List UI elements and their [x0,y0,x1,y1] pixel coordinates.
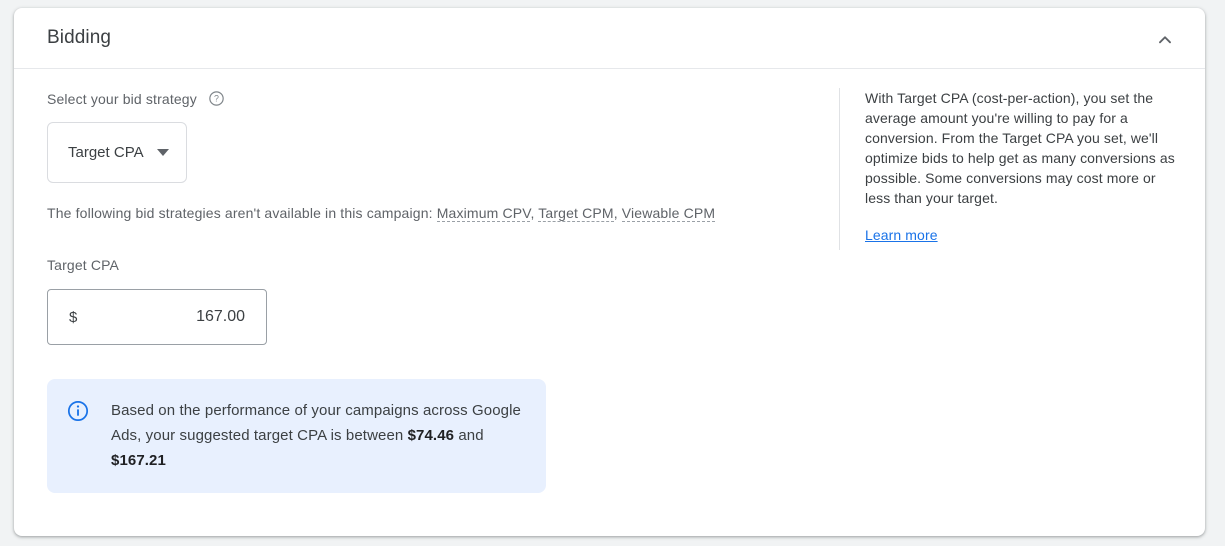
suggested-cpa-text: Based on the performance of your campaig… [111,398,526,473]
suggested-cpa-callout: Based on the performance of your campaig… [47,379,546,493]
bid-strategy-label: Select your bid strategy [47,90,197,107]
suggested-cpa-low: $74.46 [407,427,455,444]
help-panel-text: With Target CPA (cost-per-action), you s… [865,90,1175,206]
learn-more-link[interactable]: Learn more [865,227,938,243]
bid-strategy-label-row: Select your bid strategy ? [47,90,225,107]
svg-text:?: ? [214,94,219,104]
help-panel: With Target CPA (cost-per-action), you s… [839,88,1189,250]
unavailable-strategy-maximum-cpv[interactable]: Maximum CPV [436,205,531,222]
unavailable-strategy-viewable-cpm[interactable]: Viewable CPM [621,205,716,222]
unavailable-strategies-note: The following bid strategies aren't avai… [47,205,716,222]
dropdown-caret-icon [156,149,169,156]
bidding-card: Bidding Select your bid strategy ? Targe… [14,8,1205,536]
collapse-section-button[interactable] [1149,24,1181,56]
target-cpa-input[interactable] [77,308,245,326]
unavailable-strategies-prefix: The following bid strategies aren't avai… [47,205,433,221]
page-title: Bidding [47,27,112,48]
chevron-up-icon [1159,36,1171,44]
callout-text-part2: and [454,427,484,444]
currency-symbol: $ [69,308,78,326]
card-header: Bidding [14,8,1205,69]
list-separator-2: , [613,205,622,221]
card-body: Select your bid strategy ? Target CPA Th… [14,69,1205,535]
info-circle-icon [67,400,89,422]
unavailable-strategy-target-cpm[interactable]: Target CPM [538,205,614,222]
target-cpa-label: Target CPA [47,257,120,273]
help-circle-icon[interactable]: ? [208,90,225,107]
bid-strategy-dropdown[interactable]: Target CPA [47,122,187,183]
target-cpa-field[interactable]: $ [47,289,267,345]
bid-strategy-selected-value: Target CPA [68,144,144,161]
suggested-cpa-high: $167.21 [111,452,166,469]
